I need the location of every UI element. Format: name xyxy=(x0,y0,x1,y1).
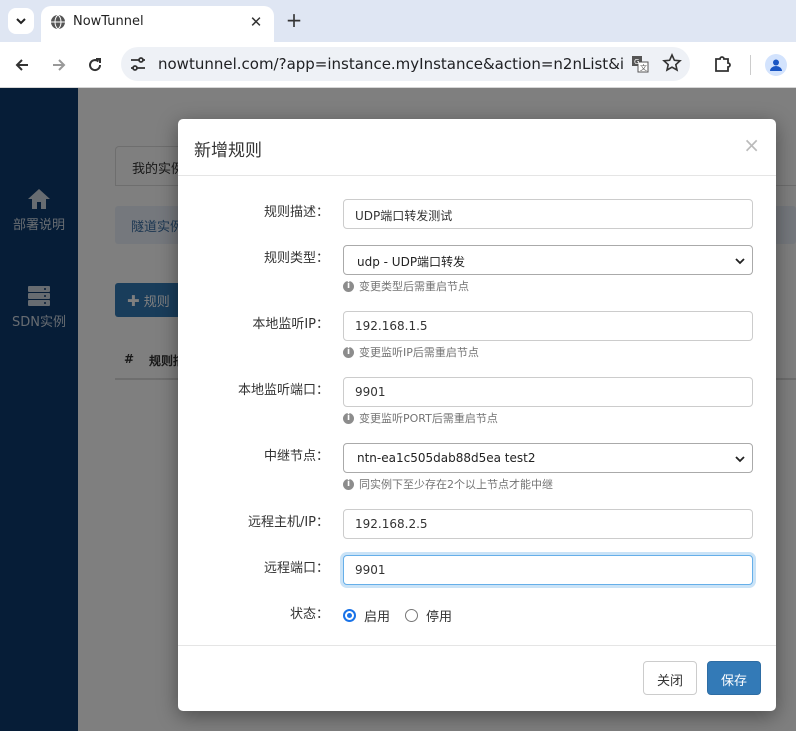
translate-icon[interactable]: G文 xyxy=(631,55,649,73)
browser-toolbar: nowtunnel.com/?app=instance.myInstance&a… xyxy=(0,42,796,88)
relay-node-help: i 同实例下至少存在2个以上节点才能中继 xyxy=(343,476,553,492)
reload-icon xyxy=(89,58,102,72)
arrow-left-icon xyxy=(15,59,28,71)
forward-button[interactable] xyxy=(47,53,71,77)
arrow-right-icon xyxy=(53,59,66,71)
rule-type-select[interactable]: udp - UDP端口转发 xyxy=(343,245,753,275)
remote-host-input[interactable]: 192.168.2.5 xyxy=(343,509,753,539)
local-ip-label: 本地监听IP： xyxy=(252,317,329,332)
url-text[interactable]: nowtunnel.com/?app=instance.myInstance&a… xyxy=(158,55,623,73)
description-label: 规则描述： xyxy=(263,205,329,220)
radio-unchecked-icon xyxy=(405,609,418,622)
reload-button[interactable] xyxy=(83,53,107,77)
local-ip-help: i 变更监听IP后需重启节点 xyxy=(343,344,479,360)
back-button[interactable] xyxy=(10,53,34,77)
status-enable-label: 启用 xyxy=(364,610,391,625)
info-icon: i xyxy=(343,346,354,358)
info-icon: i xyxy=(343,478,354,490)
rule-type-value: udp - UDP端口转发 xyxy=(357,255,466,269)
tab-close-icon[interactable]: ✕ xyxy=(246,12,266,32)
local-port-help: i 变更监听PORT后需重启节点 xyxy=(343,410,498,426)
chevron-down-icon xyxy=(735,258,745,265)
tab-search-button[interactable] xyxy=(8,8,34,34)
rule-type-help-text: 变更类型后需重启节点 xyxy=(359,280,469,293)
status-enable-radio[interactable]: 启用 xyxy=(343,606,390,625)
globe-icon xyxy=(51,14,65,30)
browser-tab[interactable]: NowTunnel ✕ xyxy=(41,6,274,42)
local-ip-input[interactable]: 192.168.1.5 xyxy=(343,311,753,341)
remote-host-label: 远程主机/IP： xyxy=(247,515,329,530)
site-settings-icon[interactable] xyxy=(129,55,147,73)
status-label: 状态： xyxy=(289,607,329,622)
relay-node-label: 中继节点： xyxy=(263,449,329,464)
chevron-down-icon xyxy=(16,18,26,25)
status-disable-label: 停用 xyxy=(426,610,453,625)
local-port-label: 本地监听端口： xyxy=(237,383,329,398)
rule-type-help: i 变更类型后需重启节点 xyxy=(343,278,469,294)
close-button[interactable]: 关闭 xyxy=(643,661,697,695)
radio-checked-icon xyxy=(343,609,356,622)
address-bar[interactable]: nowtunnel.com/?app=instance.myInstance&a… xyxy=(121,47,690,81)
extensions-puzzle-icon[interactable] xyxy=(712,53,734,75)
modal-footer-divider xyxy=(178,645,776,646)
browser-tab-bar: NowTunnel ✕ + xyxy=(0,0,796,42)
person-icon xyxy=(770,59,782,71)
remote-port-label: 远程端口： xyxy=(263,561,329,576)
relay-node-help-text: 同实例下至少存在2个以上节点才能中继 xyxy=(359,478,553,491)
status-disable-radio[interactable]: 停用 xyxy=(405,606,452,625)
save-button[interactable]: 保存 xyxy=(707,661,761,695)
tab-title: NowTunnel xyxy=(73,14,144,29)
new-tab-button[interactable]: + xyxy=(284,10,304,30)
description-input[interactable]: UDP端口转发测试 xyxy=(343,199,753,229)
local-port-input[interactable]: 9901 xyxy=(343,377,753,407)
info-icon: i xyxy=(343,412,354,424)
bookmark-star-icon[interactable] xyxy=(662,53,682,73)
local-port-help-text: 变更监听PORT后需重启节点 xyxy=(359,412,498,425)
modal-title: 新增规则 xyxy=(194,141,262,161)
chevron-down-icon xyxy=(735,456,745,463)
toolbar-divider xyxy=(750,55,751,75)
info-icon: i xyxy=(343,280,354,292)
local-ip-help-text: 变更监听IP后需重启节点 xyxy=(359,346,479,359)
profile-avatar[interactable] xyxy=(765,54,787,76)
relay-node-value: ntn-ea1c505dab88d5ea test2 xyxy=(357,451,536,465)
modal-header-divider xyxy=(178,175,776,176)
rule-type-label: 规则类型： xyxy=(263,251,329,266)
modal-close-icon[interactable]: × xyxy=(743,133,760,157)
relay-node-select[interactable]: ntn-ea1c505dab88d5ea test2 xyxy=(343,443,753,473)
remote-port-input[interactable]: 9901 xyxy=(343,555,753,585)
svg-text:G: G xyxy=(634,58,639,66)
svg-text:文: 文 xyxy=(640,63,647,72)
add-rule-modal: 新增规则 × 规则描述： UDP端口转发测试 规则类型： udp - UDP端口… xyxy=(178,119,776,711)
